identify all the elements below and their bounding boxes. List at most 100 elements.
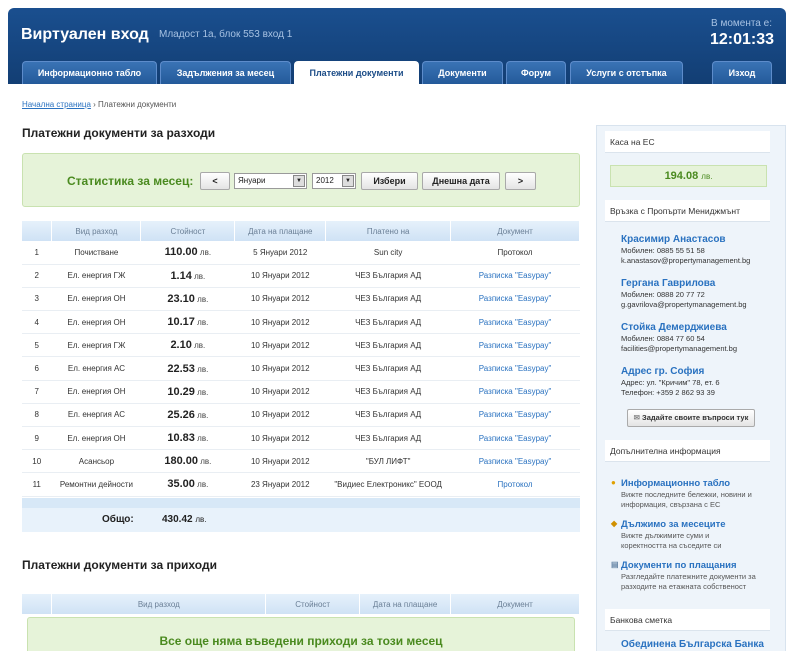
tab-forum[interactable]: Форум [506,61,566,84]
col-date-header: Дата на плащане [359,594,452,614]
kasa-title: Каса на ЕС [605,131,770,153]
payee: "Видиес Електроникс" ЕООД [325,472,452,497]
info-item: ▤ Документи по плащания Разгледайте плате… [611,560,756,592]
tab-dashboard[interactable]: Информационно табло [22,61,157,84]
expense-value: 10.83 лв. [140,426,236,451]
col-date-header: Дата на плащане [234,221,327,241]
payee: ЧЕЗ България АД [325,356,452,381]
tab-monthly-dues[interactable]: Задължения за месец [160,61,291,84]
contact-email: k.anastasov@propertymanagement.bg [621,256,751,265]
row-number: 2 [22,264,53,288]
clock-label: В момента е: [711,18,772,29]
info-link-dashboard[interactable]: ● Информационно табло [611,478,752,490]
document-link[interactable]: Разписка "Easypay" [450,449,580,474]
year-select[interactable]: 2012 ▼ [312,173,356,189]
document-link[interactable]: Разписка "Easypay" [450,403,580,428]
contact-card: Красимир Анастасов Мобилен: 0885 55 51 5… [621,233,750,266]
tab-documents[interactable]: Документи [422,61,503,84]
col-payee-header: Платено на [325,221,452,241]
document-link[interactable]: Протокол [450,472,580,497]
next-month-button[interactable]: > [505,172,536,190]
col-type-header: Вид разход [51,594,267,614]
tab-logout[interactable]: Изход [712,61,772,84]
nav-underline [8,84,786,88]
info-desc: Вижте дължимите суми и [621,531,710,540]
expense-value: 110.00 лв. [140,241,236,265]
document-link[interactable]: Разписка "Easypay" [450,287,580,312]
row-number: 3 [22,287,53,312]
breadcrumb-separator: › [93,100,96,109]
address-line: Адрес: ул. "Кричим" 78, ет. 6 [621,378,720,387]
address-card: Адрес гр. София Адрес: ул. "Кричим" 78, … [621,365,720,398]
table-row: 7 Ел. енергия ОН 10.29 лв. 10 Януари 2012 ЧЕ… [22,380,580,404]
expense-value: 22.53 лв. [140,356,236,381]
bank-name[interactable]: Обединена Българска Банка [621,639,764,650]
coins-icon: ◆ [611,519,618,528]
info-link-dues[interactable]: ◆ Дължимо за месеците [611,519,726,531]
contact-name[interactable]: Красимир Анастасов [621,233,750,246]
expense-type: Ел. енергия ОН [51,426,142,451]
document-link[interactable]: Разписка "Easypay" [450,380,580,404]
expense-type: Ел. енергия ОН [51,287,142,312]
row-number: 10 [22,449,53,474]
table-row: 1 Почистване 110.00 лв. 5 Януари 2012 Sun ci… [22,241,580,265]
contact-phone: Мобилен: 0888 20 77 72 [621,290,705,299]
expense-type: Ел. енергия АС [51,356,142,381]
contact-phone: Мобилен: 0884 77 60 54 [621,334,705,343]
payee: ЧЕЗ България АД [325,426,452,451]
table-row: 3 Ел. енергия ОН 23.10 лв. 10 Януари 2012 ЧЕ… [22,287,580,312]
payment-date: 10 Януари 2012 [234,403,327,428]
expense-type: Ел. енергия ГЖ [51,333,142,358]
clock: 12:01:33 [709,31,774,48]
tab-payment-documents[interactable]: Платежни документи [294,61,419,84]
select-button[interactable]: Избери [361,172,418,190]
document-link[interactable]: Разписка "Easypay" [450,264,580,288]
site-title: Виртуален вход [21,26,149,43]
payee: ЧЕЗ България АД [325,310,452,335]
payee: Sun city [325,241,452,265]
row-number: 9 [22,426,53,451]
expense-type: Ел. енергия ГЖ [51,264,142,288]
mail-icon: ✉ [633,413,643,422]
payment-date: 10 Януари 2012 [234,264,327,288]
ask-question-label: Задайте своите въпроси тук [642,413,749,422]
tab-discount-services[interactable]: Услуги с отстъпка [570,61,683,84]
payee: "БУЛ ЛИФТ" [325,449,452,474]
document-link[interactable]: Разписка "Easypay" [450,310,580,335]
address-title[interactable]: Адрес гр. София [621,365,720,378]
col-doc-header: Документ [450,221,580,241]
phone-line: Телефон: +359 2 862 93 39 [621,388,715,397]
info-link-payment-docs[interactable]: ▤ Документи по плащания [611,560,756,572]
kasa-balance: 194.08 лв. [610,165,767,187]
breadcrumb-home-link[interactable]: Начална страница [22,100,91,109]
expense-type: Почистване [51,241,142,265]
income-table: Вид разход Стойност Дата на плащане Доку… [22,594,580,614]
col-doc-header: Документ [450,594,580,614]
table-row: 4 Ел. енергия ОН 10.17 лв. 10 Януари 2012 ЧЕ… [22,310,580,335]
chevron-down-icon: ▼ [293,175,305,187]
bulb-icon: ● [611,478,616,487]
document-link[interactable]: Разписка "Easypay" [450,356,580,381]
info-desc: коректността на съседите си [621,541,722,550]
row-number: 1 [22,241,53,265]
payment-date: 10 Януари 2012 [234,333,327,358]
month-select[interactable]: Януари ▼ [234,173,307,189]
table-row: 8 Ел. енергия АС 25.26 лв. 10 Януари 2012 ЧЕ… [22,403,580,428]
today-button[interactable]: Днешна дата [422,172,500,190]
prev-month-button[interactable]: < [200,172,230,190]
contact-name[interactable]: Стойка Демерджиева [621,321,737,334]
row-number: 5 [22,333,53,358]
contact-name[interactable]: Гергана Гаврилова [621,277,747,290]
info-title: Допълнителна информация [605,440,770,462]
ask-question-button[interactable]: ✉ Задайте своите въпроси тук [627,409,755,427]
document-link[interactable]: Разписка "Easypay" [450,426,580,451]
col-value-header: Стойност [140,221,236,241]
document-link[interactable]: Разписка "Easypay" [450,333,580,358]
table-row: 11 Ремонтни дейности 35.00 лв. 23 Януари 20… [22,472,580,497]
expense-type: Ел. енергия ОН [51,380,142,404]
expenses-title: Платежни документи за разходи [22,126,216,140]
payment-date: 10 Януари 2012 [234,356,327,381]
payee: ЧЕЗ България АД [325,403,452,428]
row-number: 8 [22,403,53,428]
expense-value: 23.10 лв. [140,287,236,312]
